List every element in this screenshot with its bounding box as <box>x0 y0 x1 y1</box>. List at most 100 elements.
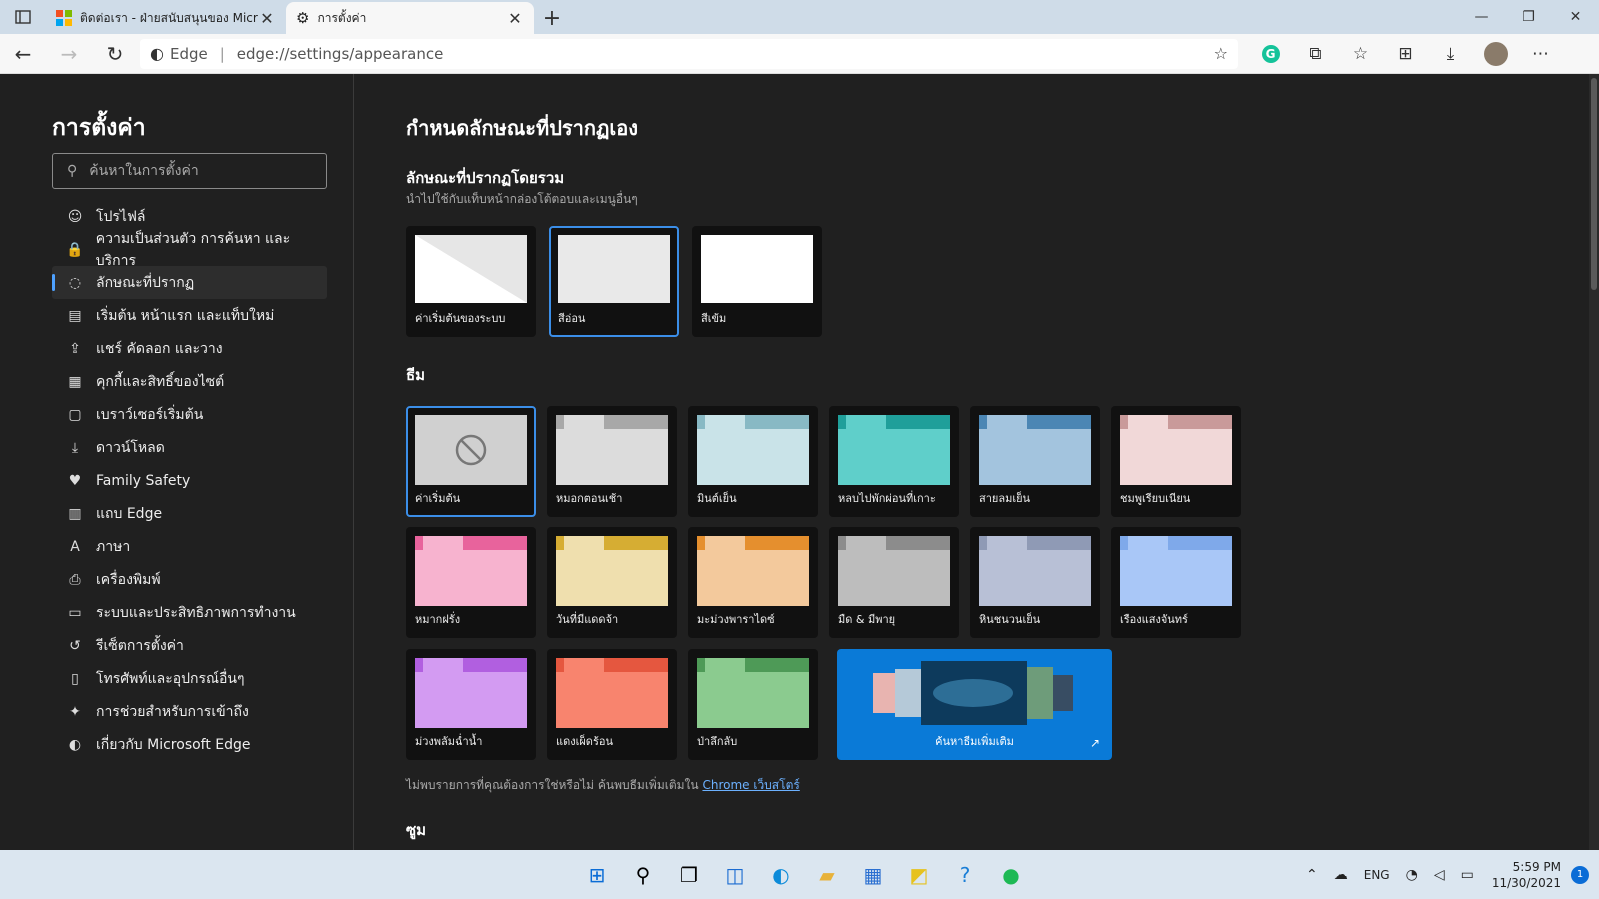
file-explorer-button[interactable]: ▰ <box>804 855 850 895</box>
theme-card[interactable]: ชมพูเรียบเนียน <box>1111 406 1241 517</box>
theme-card[interactable]: หลบไปพักผ่อนที่เกาะ <box>829 406 959 517</box>
theme-preview <box>979 415 1091 485</box>
theme-label: หลบไปพักผ่อนที่เกาะ <box>838 492 936 505</box>
refresh-icon: ↻ <box>106 41 124 66</box>
sidebar-item[interactable]: A ภาษา <box>52 530 327 563</box>
sidebar-item[interactable]: ⤓ ดาวน์โหลด <box>52 431 327 464</box>
close-tab-icon[interactable]: ✕ <box>506 9 524 28</box>
folder-icon: ▰ <box>819 862 835 887</box>
search-icon: ⚲ <box>67 163 78 179</box>
new-tab-button[interactable]: + <box>534 2 570 34</box>
onedrive-icon[interactable]: ☁ <box>1334 867 1348 883</box>
sidebar-item[interactable]: ⎙ เครื่องพิมพ์ <box>52 563 327 596</box>
browser-tab-active[interactable]: ⚙ การตั้งค่า ✕ <box>286 2 534 34</box>
sidebar-item[interactable]: ▦ คุกกี้และสิทธิ์ของไซต์ <box>52 365 327 398</box>
gear-icon: ⚙ <box>296 9 310 27</box>
sidebar-item[interactable]: ◌ ลักษณะที่ปรากฏ <box>52 266 327 299</box>
back-button[interactable]: ← <box>0 34 46 74</box>
sidebar-item[interactable]: ▭ ระบบและประสิทธิภาพการทำงาน <box>52 596 327 629</box>
sidebar-item[interactable]: ↺ รีเซ็ตการตั้งค่า <box>52 629 327 662</box>
page-title: กำหนดลักษณะที่ปรากฏเอง <box>406 116 639 140</box>
clock-time: 5:59 PM <box>1512 859 1561 874</box>
appearance-option-dark[interactable]: สีเข้ม <box>692 226 822 337</box>
chrome-web-store-link[interactable]: Chrome เว็บสโตร์ <box>702 778 799 792</box>
theme-card[interactable]: วันที่มีแดดจ้า <box>547 527 677 638</box>
sidebar-item-label: รีเซ็ตการตั้งค่า <box>96 637 184 654</box>
spotify-button[interactable]: ● <box>988 855 1034 895</box>
search-button[interactable]: ⚲ <box>620 855 666 895</box>
theme-card[interactable]: เรืองแสงจันทร์ <box>1111 527 1241 638</box>
theme-card[interactable]: มินต์เย็น <box>688 406 818 517</box>
grammarly-button[interactable]: G <box>1248 34 1293 74</box>
sidebar-item-label: ภาษา <box>96 538 131 555</box>
minimize-button[interactable]: — <box>1458 0 1505 34</box>
address-bar[interactable]: ◐ Edge | edge://settings/appearance ☆ <box>140 38 1238 69</box>
widgets-button[interactable]: ◫ <box>712 855 758 895</box>
add-favorite-icon[interactable]: ☆ <box>1214 44 1228 63</box>
start-button[interactable]: ⊞ <box>574 855 620 895</box>
sidebar-item[interactable]: ▢ เบราว์เซอร์เริ่มต้น <box>52 398 327 431</box>
theme-card[interactable]: สายลมเย็น <box>970 406 1100 517</box>
theme-card[interactable]: แดงเผ็ดร้อน <box>547 649 677 760</box>
theme-card[interactable]: หมากฝรั่ง <box>406 527 536 638</box>
more-button[interactable]: ⋯ <box>1518 34 1563 74</box>
tab-actions-button[interactable] <box>0 0 46 34</box>
notification-badge[interactable]: 1 <box>1571 865 1589 884</box>
forward-button[interactable]: → <box>46 34 92 74</box>
sidebar-item[interactable]: ✦ การช่วยสำหรับการเข้าถึง <box>52 695 327 728</box>
store-icon: ▦ <box>863 862 883 887</box>
restore-button[interactable]: ❐ <box>1505 0 1552 34</box>
battery-icon[interactable]: ▭ <box>1461 867 1474 883</box>
extensions-button[interactable]: ⧉ <box>1293 34 1338 74</box>
reset-icon: ↺ <box>69 637 81 654</box>
chevron-up-icon[interactable]: ⌃ <box>1306 867 1318 883</box>
find-more-themes-button[interactable]: ค้นหาธีมเพิ่มเติม ↗ <box>837 649 1112 760</box>
sidebar-item[interactable]: ♥ Family Safety <box>52 464 327 497</box>
sidebar-item-label: เบราว์เซอร์เริ่มต้น <box>96 406 204 423</box>
theme-card[interactable]: หินชนวนเย็น <box>970 527 1100 638</box>
theme-label: ชมพูเรียบเนียน <box>1120 492 1191 505</box>
wifi-icon[interactable]: ◔ <box>1406 867 1418 883</box>
get-help-button[interactable]: ? <box>942 855 988 895</box>
theme-label: หมากฝรั่ง <box>415 613 461 626</box>
appearance-option-light[interactable]: สีอ่อน <box>549 226 679 337</box>
sidebar-item[interactable]: ◐ เกี่ยวกับ Microsoft Edge <box>52 728 327 761</box>
system-preview <box>415 235 527 303</box>
sidebar-item[interactable]: 🔒 ความเป็นส่วนตัว การค้นหา และบริการ <box>52 231 327 269</box>
settings-search-input[interactable]: ⚲ ค้นหาในการตั้งค่า <box>52 153 327 189</box>
store-button[interactable]: ▦ <box>850 855 896 895</box>
theme-card[interactable]: ม่วงพลัมฉ่ำน้ำ <box>406 649 536 760</box>
appearance-option-system[interactable]: ค่าเริ่มต้นของระบบ <box>406 226 536 337</box>
sticky-notes-button[interactable]: ◩ <box>896 855 942 895</box>
volume-icon[interactable]: ◁ <box>1434 867 1445 883</box>
scrollbar-thumb[interactable] <box>1591 78 1597 290</box>
task-view-button[interactable]: ❐ <box>666 855 712 895</box>
main-scrollbar[interactable] <box>1589 74 1599 850</box>
collections-button[interactable]: ⊞ <box>1383 34 1428 74</box>
sidebar-item[interactable]: ▥ แถบ Edge <box>52 497 327 530</box>
theme-card[interactable]: มะม่วงพาราไดซ์ <box>688 527 818 638</box>
sidebar-item-label: โปรไฟล์ <box>96 208 146 225</box>
language-icon: A <box>70 538 80 555</box>
profile-button[interactable] <box>1473 34 1518 74</box>
theme-card[interactable]: ป่าลึกลับ <box>688 649 818 760</box>
downloads-button[interactable]: ⤓ <box>1428 34 1473 74</box>
clock[interactable]: 5:59 PM 11/30/2021 <box>1492 859 1561 891</box>
favorites-button[interactable]: ☆ <box>1338 34 1383 74</box>
refresh-button[interactable]: ↻ <box>92 34 138 74</box>
theme-label: ป่าลึกลับ <box>697 735 738 748</box>
sidebar-item[interactable]: ▯ โทรศัพท์และอุปกรณ์อื่นๆ <box>52 662 327 695</box>
language-indicator[interactable]: ENG <box>1364 868 1390 882</box>
overall-subtitle: นำไปใช้กับแท็บหน้ากล่องโต้ตอบและเมนูอื่น… <box>406 192 638 206</box>
edge-taskbar-button[interactable]: ◐ <box>758 855 804 895</box>
theme-card[interactable]: มืด & มีพายุ <box>829 527 959 638</box>
close-tab-icon[interactable]: ✕ <box>258 9 276 28</box>
footnote-text: ไม่พบรายการที่คุณต้องการใช่หรือไม่ ค้นพบ… <box>406 778 699 792</box>
browser-tab[interactable]: ติดต่อเรา - ฝ่ายสนับสนุนของ Microso ✕ <box>46 2 286 34</box>
sidebar-item[interactable]: ▤ เริ่มต้น หน้าแรก และแท็บใหม่ <box>52 299 327 332</box>
theme-card[interactable]: ค่าเริ่มต้น <box>406 406 536 517</box>
sidebar-item-label: แถบ Edge <box>96 505 163 522</box>
sidebar-item[interactable]: ⇪ แชร์ คัดลอก และวาง <box>52 332 327 365</box>
close-window-button[interactable]: ✕ <box>1552 0 1599 34</box>
theme-card[interactable]: หมอกตอนเช้า <box>547 406 677 517</box>
